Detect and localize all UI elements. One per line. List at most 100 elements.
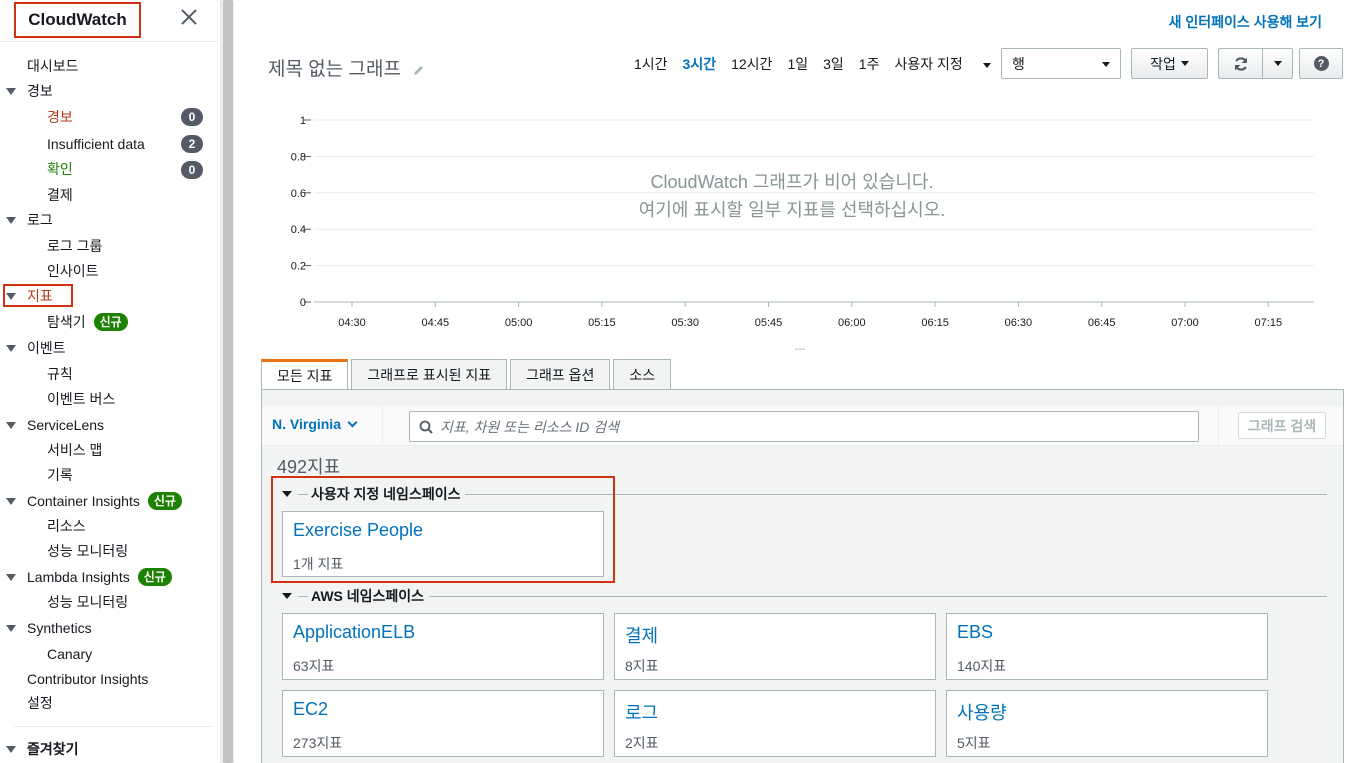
x-tick-label: 07:00 [1171,317,1199,329]
range-option[interactable]: 12시간 [731,54,772,74]
caret-down-icon [1273,61,1282,66]
region-selector[interactable]: N. Virginia [272,416,358,432]
tab-source[interactable]: 소스 [613,359,672,389]
range-option[interactable]: 3일 [823,54,844,74]
sidebar-item-billing[interactable]: 결제 [0,184,73,206]
sidebar-item-label: 이벤트 [27,340,66,356]
sidebar-item-insufficient-data[interactable]: Insufficient data [0,133,145,155]
close-icon[interactable] [180,8,198,26]
custom-range-dropdown[interactable]: 사용자 지정 [894,54,991,74]
help-button[interactable]: ? [1299,48,1343,79]
ok-count-badge: 0 [181,161,203,179]
brand-title[interactable]: CloudWatch [14,2,141,38]
sidebar-section-servicelens[interactable]: ServiceLens [0,414,104,436]
caret-down-icon [6,746,16,753]
sidebar-item-alarm[interactable]: 경보 [0,106,73,128]
divider [382,406,383,446]
divider [14,726,212,727]
sidebar-section-alarms[interactable]: 경보 [0,80,53,102]
sidebar-item-event-buses[interactable]: 이벤트 버스 [0,388,115,410]
graph-search-button[interactable]: 그래프 검색 [1238,412,1326,439]
x-tick-label: 05:30 [671,317,699,329]
namespace-name: EC2 [293,699,329,719]
x-tick-label: 06:30 [1005,317,1033,329]
graph-resize-handle[interactable]: --- [795,344,805,355]
namespace-card[interactable]: EC2 273지표 [282,690,604,757]
empty-graph-message: CloudWatch 그래프가 비어 있습니다. 여기에 표시할 일부 지표를 … [234,168,1350,224]
x-tick-label: 05:45 [755,317,783,329]
sidebar-item-label: Contributor Insights [27,671,149,687]
sidebar-section-lambda-insights[interactable]: Lambda Insights 신규 [0,566,172,588]
sidebar: CloudWatch 대시보드 경보 경보 0 Insufficient dat… [0,0,220,763]
tab-graph-options[interactable]: 그래프 옵션 [510,359,611,389]
edit-pencil-icon[interactable] [413,64,425,76]
sidebar-item-label: 탐색기 [47,314,86,330]
namespace-card[interactable]: 로그 2지표 [614,690,936,757]
caret-down-icon [6,625,16,632]
range-option[interactable]: 1일 [787,54,808,74]
sidebar-item-performance-monitoring[interactable]: 성능 모니터링 [0,591,128,613]
sidebar-item-insights[interactable]: 인사이트 [0,260,99,282]
sidebar-item-explorer[interactable]: 탐색기 신규 [0,311,128,333]
tab-all-metrics[interactable]: 모든 지표 [261,359,349,390]
highlight-frame [3,284,73,307]
search-bar: N. Virginia 지표, 차원 또는 리소스 ID 검색 그래프 검색 [262,406,1343,446]
refresh-icon [1234,56,1247,71]
caret-down-icon [6,88,16,95]
main-content: 새 인터페이스 사용해 보기 제목 없는 그래프 1시간 3시간 12시간 1일… [234,0,1350,763]
sidebar-section-synthetics[interactable]: Synthetics [0,617,92,639]
caret-down-icon [982,62,991,68]
empty-graph-line: 여기에 표시할 일부 지표를 선택하십시오. [638,200,946,220]
sidebar-item-performance-monitoring[interactable]: 성능 모니터링 [0,540,128,562]
metrics-search-input[interactable]: 지표, 차원 또는 리소스 ID 검색 [409,411,1199,442]
namespace-card[interactable]: ApplicationELB 63지표 [282,613,604,680]
graph-title[interactable]: 제목 없는 그래프 [268,54,425,81]
sidebar-item-canary[interactable]: Canary [0,643,92,665]
view-type-select[interactable]: 행 [1001,48,1121,79]
range-option-active[interactable]: 3시간 [683,54,717,74]
sidebar-section-logs[interactable]: 로그 [0,209,53,231]
caret-down-icon [6,345,16,352]
sidebar-section-container-insights[interactable]: Container Insights 신규 [0,490,182,512]
range-option[interactable]: 1시간 [634,54,668,74]
sidebar-item-dashboard[interactable]: 대시보드 [0,55,79,77]
sidebar-item-rules[interactable]: 규칙 [0,363,73,385]
sidebar-item-label: 성능 모니터링 [47,594,129,610]
sidebar-scrollbar[interactable] [220,0,234,763]
empty-graph-line: CloudWatch 그래프가 비어 있습니다. [650,172,934,192]
sidebar-item-traces[interactable]: 기록 [0,464,73,486]
sidebar-section-favorites[interactable]: 즐겨찾기 [0,738,79,760]
button-label: 작업 [1150,55,1176,72]
sidebar-item-contributor-insights[interactable]: Contributor Insights [0,668,148,690]
x-tick-label: 06:15 [921,317,949,329]
sidebar-item-label: 이벤트 버스 [47,391,116,407]
try-new-interface-link[interactable]: 새 인터페이스 사용해 보기 [1169,12,1322,32]
refresh-button[interactable] [1218,48,1262,79]
namespace-metric-count: 2지표 [625,735,659,751]
region-label: N. Virginia [272,416,341,432]
namespace-card[interactable]: 사용량 5지표 [946,690,1268,757]
tab-graphed-metrics[interactable]: 그래프로 표시된 지표 [351,359,508,389]
divider [298,595,308,597]
y-tick-label: 0.4 [291,224,306,236]
aws-namespace-header[interactable]: AWS 네임스페이스 [282,586,1327,606]
namespace-card[interactable]: 결제 8지표 [614,613,936,680]
namespace-metric-count: 140지표 [957,658,1007,674]
namespace-name: 결제 [625,626,659,646]
sidebar-section-events[interactable]: 이벤트 [0,337,66,359]
custom-range-label: 사용자 지정 [894,56,963,72]
graph-title-text: 제목 없는 그래프 [268,59,401,80]
sidebar-item-service-map[interactable]: 서비스 맵 [0,439,102,461]
scrollbar-thumb[interactable] [223,0,233,763]
range-option[interactable]: 1주 [859,54,880,74]
refresh-options-dropdown[interactable] [1262,48,1293,79]
namespace-card[interactable]: EBS 140지표 [946,613,1268,680]
sidebar-item-label: Synthetics [27,620,92,636]
sidebar-item-resources[interactable]: 리소스 [0,515,86,537]
x-tick-label: 05:15 [588,317,616,329]
sidebar-item-log-groups[interactable]: 로그 그룹 [0,235,102,257]
actions-button[interactable]: 작업 [1131,48,1208,79]
sidebar-item-ok[interactable]: 확인 [0,158,73,180]
sidebar-item-settings[interactable]: 설정 [0,692,53,714]
sidebar-item-label: 설정 [27,695,53,711]
